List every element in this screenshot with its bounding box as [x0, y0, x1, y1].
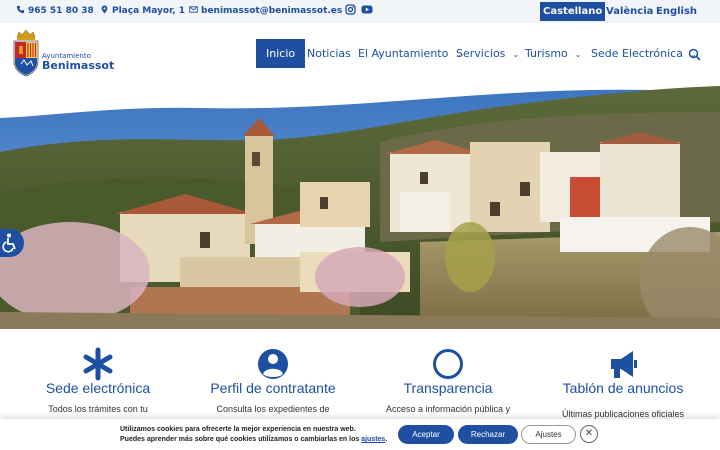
phone-number: 965 51 80 38 [28, 6, 94, 16]
phone-icon [16, 5, 25, 14]
card-title: Transparencia [403, 380, 493, 396]
circle-icon [433, 349, 463, 379]
instagram-icon[interactable] [345, 4, 356, 15]
map-pin-icon [101, 5, 108, 14]
coat-of-arms-icon [13, 29, 39, 77]
nav-noticias[interactable]: Noticias [307, 39, 351, 68]
lang-castellano[interactable]: Castellano [540, 2, 606, 21]
header: Ayuntamiento Benimassot Inicio Noticias … [0, 23, 720, 85]
hero-image [0, 82, 720, 329]
logo-line2: Benimassot [42, 59, 115, 72]
nav-label: Sede Electrónica [591, 47, 683, 60]
close-icon[interactable]: ✕ [580, 425, 598, 443]
reject-cookies-button[interactable]: Rechazar [458, 425, 518, 444]
nav-label: El Ayuntamiento [358, 47, 449, 60]
cookie-settings-button[interactable]: Ajustes [521, 425, 576, 444]
card-desc: Acceso a información pública y [385, 404, 511, 414]
cookie-line2-suffix: . [385, 436, 388, 443]
card-desc: Últimas publicaciones oficiales [561, 409, 685, 419]
lang-english[interactable]: English [656, 2, 697, 21]
cookie-line2: Puedes aprender más sobre qué cookies ut… [120, 435, 387, 445]
chevron-down-icon: ⌄ [574, 50, 582, 59]
card-desc: Consulta los expedientes de [216, 404, 330, 414]
user-circle-icon [258, 349, 288, 379]
site-logo[interactable] [11, 29, 41, 83]
nav-label: Inicio [266, 47, 296, 60]
card-title: Sede electrónica [45, 380, 151, 396]
wheelchair-icon [2, 233, 16, 253]
nav-label: Noticias [307, 47, 351, 60]
phone-link[interactable]: 965 51 80 38 [16, 5, 94, 16]
card-title: Tablón de anuncios [562, 380, 684, 396]
card-title: Perfil de contratante [210, 380, 336, 396]
nav-servicios[interactable]: Servicios ⌄ [456, 39, 519, 68]
megaphone-icon [611, 351, 637, 378]
search-icon[interactable] [688, 48, 701, 61]
address-text: Plaça Mayor, 1 [112, 6, 186, 16]
nav-turismo[interactable]: Turismo ⌄ [525, 39, 581, 68]
cookie-line2-text: Puedes aprender más sobre qué cookies ut… [120, 436, 362, 443]
cookie-line1: Utilizamos cookies para ofrecerte la mej… [120, 426, 356, 433]
cookie-banner: Utilizamos cookies para ofrecerte la mej… [0, 419, 720, 450]
chevron-down-icon: ⌄ [512, 50, 520, 59]
card-desc: Todos los trámites con tu [48, 404, 148, 414]
accept-cookies-button[interactable]: Aceptar [398, 425, 454, 444]
nav-el-ayuntamiento[interactable]: El Ayuntamiento ⌄ [358, 39, 462, 68]
nav-inicio[interactable]: Inicio [256, 39, 306, 68]
asterisk-icon [83, 347, 113, 381]
nav-label: Servicios [456, 47, 506, 60]
envelope-icon [189, 6, 198, 13]
email-text: benimassot@benimassot.es [201, 6, 343, 16]
address-link[interactable]: Plaça Mayor, 1 [100, 5, 185, 16]
email-link[interactable]: benimassot@benimassot.es [189, 5, 342, 16]
nav-sede-electronica[interactable]: Sede Electrónica ⌄ [591, 39, 697, 68]
nav-label: Turismo [525, 47, 568, 60]
cookie-message: Utilizamos cookies para ofrecerte la mej… [120, 425, 387, 445]
top-bar: 965 51 80 38 Plaça Mayor, 1 benimassot@b… [0, 0, 720, 23]
lang-valencia[interactable]: València [606, 2, 653, 21]
cookie-settings-link[interactable]: ajustes [361, 436, 385, 443]
village-landscape-image [0, 82, 720, 329]
youtube-icon[interactable] [361, 4, 373, 15]
